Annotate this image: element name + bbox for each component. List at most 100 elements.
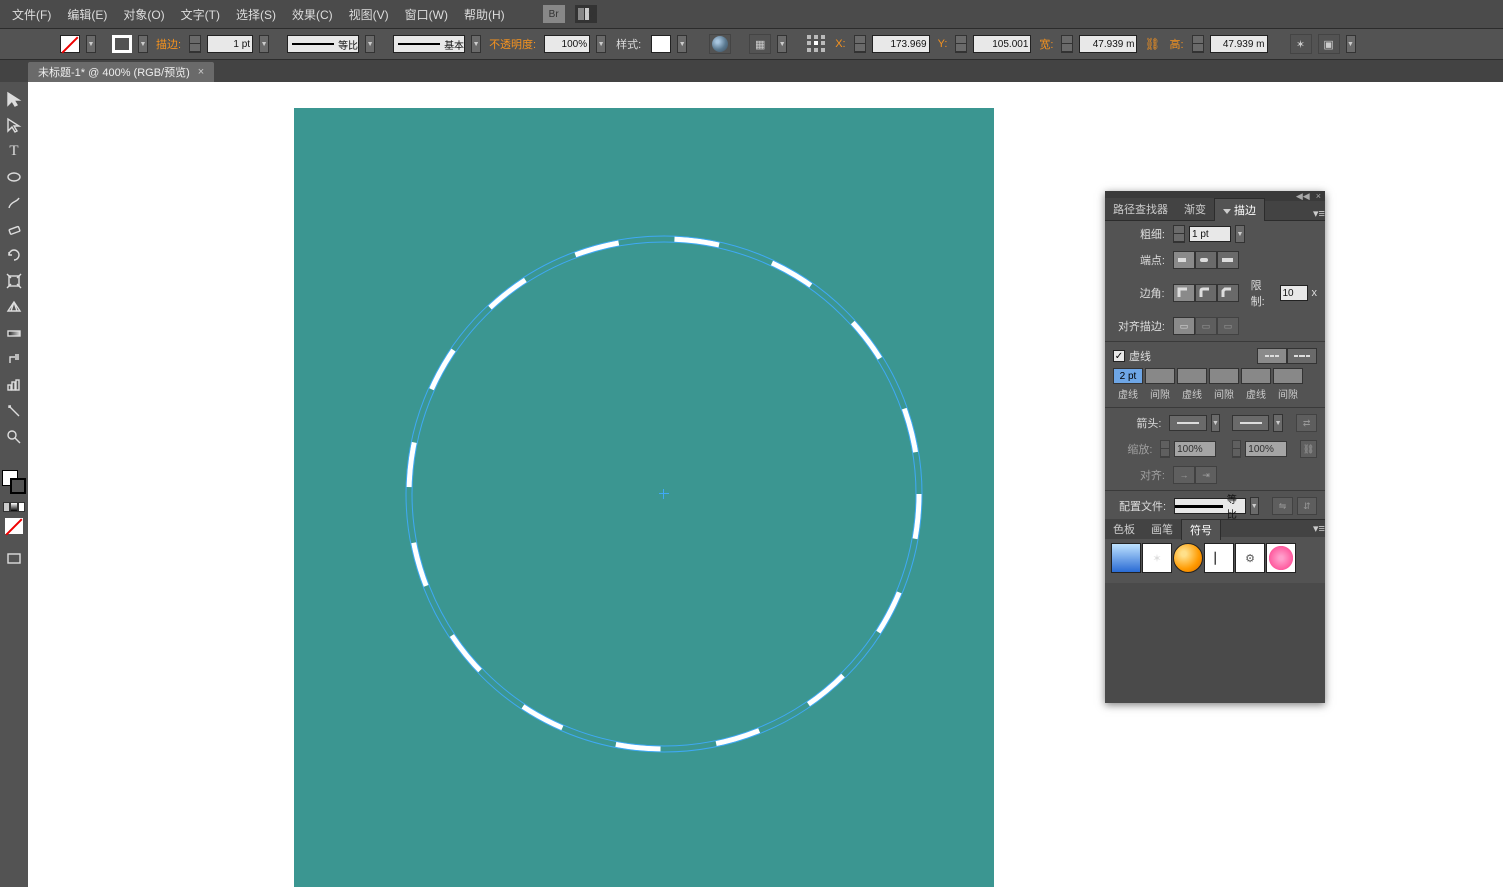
width-profile-menu[interactable]: ▼ <box>365 35 375 53</box>
stroke-panel[interactable]: ◀◀× 路径查找器 渐变 描边 ▾≡ 粗细: ▼ 端点: 边角: 限制: x 对… <box>1105 191 1325 703</box>
collapse-panel-icon[interactable]: ◀◀ <box>1296 191 1310 202</box>
paintbrush-tool-icon[interactable] <box>3 192 25 214</box>
panel-menu-icon[interactable]: ▾≡ <box>1313 207 1325 220</box>
tab-pathfinder[interactable]: 路径查找器 <box>1105 198 1176 220</box>
arrow-start-picker[interactable] <box>1169 415 1206 431</box>
rotate-tool-icon[interactable] <box>3 244 25 266</box>
reference-point-icon[interactable] <box>807 35 827 53</box>
gap-2-field[interactable] <box>1209 368 1239 384</box>
align-stroke-outside-icon[interactable]: ▭ <box>1217 317 1239 335</box>
profile-flip-y-icon[interactable]: ⇵ <box>1297 497 1317 515</box>
symbol-thumb-4[interactable]: ▏ <box>1204 543 1234 573</box>
direct-selection-tool-icon[interactable] <box>3 114 25 136</box>
arrow-scale-start-field[interactable] <box>1174 441 1216 457</box>
recolor-icon[interactable] <box>709 34 731 54</box>
document-tab[interactable]: 未标题-1* @ 400% (RGB/预览) × <box>28 62 214 82</box>
ellipse-tool-icon[interactable] <box>3 166 25 188</box>
w-spinner[interactable] <box>1061 35 1073 53</box>
arrow-start-menu[interactable]: ▼ <box>1211 414 1220 432</box>
tab-gradient[interactable]: 渐变 <box>1176 198 1214 220</box>
graphicstyle-menu[interactable]: ▼ <box>677 35 687 53</box>
link-wh-icon[interactable]: ⛓ <box>1143 35 1161 53</box>
gradient-tool-icon[interactable] <box>3 322 25 344</box>
screen-mode-icon[interactable] <box>3 548 25 570</box>
opacity-field[interactable] <box>544 35 590 53</box>
tab-symbols[interactable]: 符号 <box>1181 519 1221 540</box>
menu-object[interactable]: 对象(O) <box>117 2 170 27</box>
menu-window[interactable]: 窗口(W) <box>399 2 454 27</box>
symbol-thumb-1[interactable] <box>1111 543 1141 573</box>
x-spinner[interactable] <box>854 35 866 53</box>
stroke-weight-spinner[interactable] <box>189 35 201 53</box>
tab-stroke[interactable]: 描边 <box>1214 198 1265 221</box>
weight-spinner[interactable] <box>1173 225 1185 243</box>
menu-help[interactable]: 帮助(H) <box>458 2 511 27</box>
tab-swatches[interactable]: 色板 <box>1105 519 1143 539</box>
close-panel-icon[interactable]: × <box>1316 191 1321 201</box>
arrow-align-end-icon[interactable]: ⇥ <box>1195 466 1217 484</box>
isolate-icon[interactable]: ▣ <box>1318 34 1340 54</box>
perspective-grid-tool-icon[interactable] <box>3 296 25 318</box>
menu-select[interactable]: 选择(S) <box>230 2 282 27</box>
stroke-weight-field[interactable] <box>207 35 253 53</box>
symbol-thumb-3[interactable] <box>1173 543 1203 573</box>
color-mode-icon[interactable] <box>3 502 25 512</box>
shape-builder-icon[interactable]: ✶ <box>1290 34 1312 54</box>
menu-edit[interactable]: 编辑(E) <box>61 2 113 27</box>
dash-align-exact-icon[interactable] <box>1257 348 1287 364</box>
arrow-scale-start-spinner[interactable] <box>1160 440 1170 458</box>
arrow-scale-end-field[interactable] <box>1245 441 1287 457</box>
weight-menu[interactable]: ▼ <box>1235 225 1245 243</box>
profile-menu[interactable]: ▼ <box>1250 497 1259 515</box>
dash-2-field[interactable] <box>1177 368 1207 384</box>
symbols-panel-menu-icon[interactable]: ▾≡ <box>1313 522 1325 535</box>
dash-1-field[interactable] <box>1113 368 1143 384</box>
join-round-icon[interactable] <box>1195 284 1217 302</box>
y-field[interactable] <box>973 35 1031 53</box>
column-graph-tool-icon[interactable] <box>3 374 25 396</box>
align-panel-icon[interactable]: ▦ <box>749 34 771 54</box>
dashed-line-checkbox[interactable]: ✓ <box>1113 350 1125 362</box>
selection-tool-icon[interactable] <box>3 88 25 110</box>
symbol-thumb-2[interactable]: ✶ <box>1142 543 1172 573</box>
type-tool-icon[interactable]: T <box>3 140 25 162</box>
fill-stroke-icon[interactable] <box>2 470 26 494</box>
align-stroke-center-icon[interactable]: ▭ <box>1173 317 1195 335</box>
dash-3-field[interactable] <box>1241 368 1271 384</box>
symbol-thumb-5[interactable]: ⚙ <box>1235 543 1265 573</box>
menu-type[interactable]: 文字(T) <box>175 2 226 27</box>
close-tab-icon[interactable]: × <box>198 66 204 78</box>
arrow-scale-link-icon[interactable]: ⛓ <box>1300 440 1317 458</box>
fill-swatch-menu[interactable]: ▼ <box>86 35 96 53</box>
join-bevel-icon[interactable] <box>1217 284 1239 302</box>
bridge-icon[interactable]: Br <box>543 5 565 23</box>
h-spinner[interactable] <box>1192 35 1204 53</box>
arrow-end-menu[interactable]: ▼ <box>1273 414 1282 432</box>
more-options[interactable]: ▼ <box>1346 35 1356 53</box>
gap-3-field[interactable] <box>1273 368 1303 384</box>
width-profile-picker[interactable]: 等比 <box>287 35 359 53</box>
stroke-swatch-menu[interactable]: ▼ <box>138 35 148 53</box>
h-field[interactable] <box>1210 35 1268 53</box>
cap-projecting-icon[interactable] <box>1217 251 1239 269</box>
tab-brushes[interactable]: 画笔 <box>1143 519 1181 539</box>
opacity-menu[interactable]: ▼ <box>596 35 606 53</box>
dash-align-corner-icon[interactable] <box>1287 348 1317 364</box>
eraser-tool-icon[interactable] <box>3 218 25 240</box>
profile-picker[interactable]: 等比 <box>1174 498 1246 514</box>
menu-file[interactable]: 文件(F) <box>6 2 57 27</box>
join-miter-icon[interactable] <box>1173 284 1195 302</box>
stroke-weight-menu[interactable]: ▼ <box>259 35 269 53</box>
zoom-tool-icon[interactable] <box>3 426 25 448</box>
menu-effect[interactable]: 效果(C) <box>286 2 339 27</box>
fill-swatch[interactable] <box>60 35 80 53</box>
none-color-icon[interactable] <box>5 518 23 534</box>
cap-butt-icon[interactable] <box>1173 251 1195 269</box>
brush-menu[interactable]: ▼ <box>471 35 481 53</box>
workspace-switcher-icon[interactable]: ▾ <box>575 5 597 23</box>
arrow-align-tip-icon[interactable]: → <box>1173 466 1195 484</box>
w-field[interactable] <box>1079 35 1137 53</box>
align-stroke-inside-icon[interactable]: ▭ <box>1195 317 1217 335</box>
slice-tool-icon[interactable] <box>3 400 25 422</box>
cap-round-icon[interactable] <box>1195 251 1217 269</box>
